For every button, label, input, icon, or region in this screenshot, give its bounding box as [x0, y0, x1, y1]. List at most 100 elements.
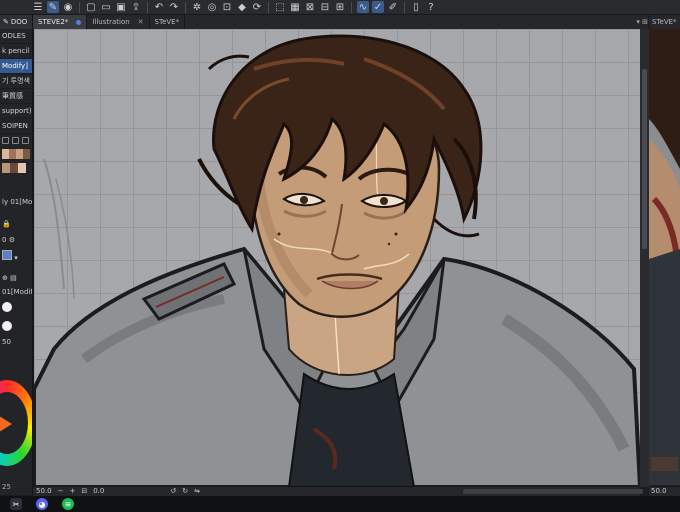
tab-label: STeVE*	[154, 18, 180, 26]
brush-item[interactable]: 筆質感	[0, 89, 32, 104]
target-icon[interactable]: ⊕	[2, 274, 8, 282]
brush-item-selected[interactable]: Modify]	[0, 59, 32, 74]
eye-icon[interactable]: ◉	[62, 1, 74, 13]
sub-tool-header[interactable]: ✎ DOO	[0, 15, 32, 29]
save-icon[interactable]: ▣	[115, 1, 127, 13]
blend-swatch-icon[interactable]	[2, 250, 12, 260]
vertical-scrollbar[interactable]	[640, 29, 649, 487]
sub-tool-actions	[0, 134, 32, 147]
sub-tool-group-name: DOO	[10, 18, 28, 26]
clip-studio-window: ☰ ✎ ◉ ▢ ▭ ▣ ⇪ ↶ ↷ ✲ ◎ ⊡ ◆ ⟳ ⬚ ▦ ⊠ ⊟ ⊞ ∿ …	[0, 0, 680, 512]
crop-icon[interactable]: ⊞	[334, 1, 346, 13]
color-swatch[interactable]	[10, 163, 18, 173]
secondary-zoom-readout[interactable]: 50.0	[651, 487, 667, 495]
angle-readout[interactable]: 0.0	[93, 487, 104, 496]
pen-pressure-icon[interactable]: ✐	[387, 1, 399, 13]
rotate-right-icon[interactable]: ↻	[182, 487, 188, 496]
transform-icon[interactable]: ⊡	[221, 1, 233, 13]
secondary-canvas-view[interactable]	[649, 29, 680, 485]
pen-tool-icon[interactable]: ✎	[47, 1, 59, 13]
color-swatch[interactable]	[2, 149, 9, 159]
discord-icon[interactable]: ◕	[36, 498, 48, 510]
toolbar-divider	[79, 1, 80, 13]
clear-icon[interactable]: ◎	[206, 1, 218, 13]
invert-icon[interactable]: ⊟	[319, 1, 331, 13]
spotify-icon[interactable]: ≋	[62, 498, 74, 510]
menu-icon[interactable]: ☰	[32, 1, 44, 13]
close-icon[interactable]: ✕	[138, 15, 144, 29]
chevron-down-icon[interactable]: ▾	[14, 254, 18, 262]
open-folder-icon[interactable]: ▭	[100, 1, 112, 13]
color-swatch[interactable]	[18, 163, 26, 173]
brush-item[interactable]: 기 투명색	[0, 74, 32, 89]
color-swatch[interactable]	[16, 149, 23, 159]
brush-item[interactable]: support)	[0, 104, 32, 119]
panel-footer: 25	[0, 483, 32, 495]
color-wheel[interactable]	[0, 380, 32, 478]
selection-icon[interactable]: ⬚	[274, 1, 286, 13]
settings-icon[interactable]: ⚙	[9, 236, 15, 244]
brush-name[interactable]: 01[Modify]	[0, 285, 32, 299]
snip-icon[interactable]: ✂	[10, 498, 22, 510]
deselect-icon[interactable]: ⊠	[304, 1, 316, 13]
tab-illustration[interactable]: Illustration ✕	[87, 15, 150, 29]
brush-item[interactable]: ODLES	[0, 29, 32, 44]
size-value[interactable]: 0	[2, 236, 6, 244]
brush-item[interactable]: k pencil	[0, 44, 32, 59]
tab-steve[interactable]: STeVE*	[150, 15, 186, 29]
document-tabs: STEVE2* Illustration ✕ STeVE* ▾ ⊞	[33, 15, 648, 29]
redo-icon[interactable]: ↷	[168, 1, 180, 13]
secondary-artwork	[649, 29, 680, 485]
blend-row: ▾	[0, 247, 32, 265]
tab-steve2[interactable]: STEVE2*	[33, 15, 88, 29]
toolbar-divider	[351, 1, 352, 13]
stroke-correct-icon[interactable]: ✓	[372, 1, 384, 13]
flip-icon[interactable]: ⇋	[194, 487, 200, 496]
fit-icon[interactable]: ⊟	[81, 487, 87, 496]
drawing-canvas[interactable]	[34, 29, 640, 487]
rotate-left-icon[interactable]: ↺	[170, 487, 176, 496]
device-icon[interactable]: ▯	[410, 1, 422, 13]
horizontal-scrollbar[interactable]	[463, 489, 643, 494]
layer-icon[interactable]: ▤	[10, 274, 17, 282]
brush-tip-large-icon[interactable]	[2, 321, 12, 331]
copy-icon[interactable]	[2, 137, 9, 144]
rotate-icon[interactable]: ⟳	[251, 1, 263, 13]
brush-size-value[interactable]: 50	[0, 337, 32, 347]
toolbar-divider	[404, 1, 405, 13]
layer-name[interactable]: ly 01[Mod	[0, 195, 32, 209]
scrollbar-thumb[interactable]	[642, 69, 647, 249]
brush-icon: ✎	[3, 18, 9, 26]
layer-options-row: ⊕ ▤	[0, 271, 32, 285]
secondary-tab-label: STeVE*	[652, 18, 677, 26]
color-swatch[interactable]	[9, 149, 16, 159]
brush-tip-small-icon[interactable]	[2, 302, 12, 312]
toolbar-divider	[268, 1, 269, 13]
new-file-icon[interactable]: ▢	[85, 1, 97, 13]
artwork	[34, 34, 640, 487]
stroke-smooth-icon[interactable]: ∿	[357, 1, 369, 13]
saturation-triangle[interactable]	[0, 414, 12, 434]
zoom-level: 25	[2, 483, 11, 491]
top-toolbar: ☰ ✎ ◉ ▢ ▭ ▣ ⇪ ↶ ↷ ✲ ◎ ⊡ ◆ ⟳ ⬚ ▦ ⊠ ⊟ ⊞ ∿ …	[0, 0, 680, 15]
zoom-in-icon[interactable]: +	[69, 487, 75, 496]
help-icon[interactable]: ?	[425, 1, 437, 13]
delete-icon[interactable]	[22, 137, 29, 144]
zoom-readout[interactable]: 50.0	[36, 487, 52, 496]
loading-icon[interactable]: ✲	[191, 1, 203, 13]
undo-icon[interactable]: ↶	[153, 1, 165, 13]
color-swatch[interactable]	[23, 149, 30, 159]
lock-icon[interactable]: 🔒	[0, 217, 32, 231]
color-swatch[interactable]	[2, 163, 10, 173]
add-icon[interactable]	[12, 137, 19, 144]
secondary-view-tab[interactable]: STeVE*	[649, 15, 680, 29]
brush-preview	[0, 299, 32, 337]
zoom-out-icon[interactable]: −	[58, 487, 64, 496]
brush-item[interactable]: SOIPEN	[0, 119, 32, 134]
export-icon[interactable]: ⇪	[130, 1, 142, 13]
fill-icon[interactable]: ◆	[236, 1, 248, 13]
secondary-status-bar: 50.0	[649, 487, 680, 496]
tab-overflow-icon[interactable]: ▾ ⊞	[636, 18, 648, 26]
unsaved-dot-icon	[76, 19, 82, 25]
grid-icon[interactable]: ▦	[289, 1, 301, 13]
